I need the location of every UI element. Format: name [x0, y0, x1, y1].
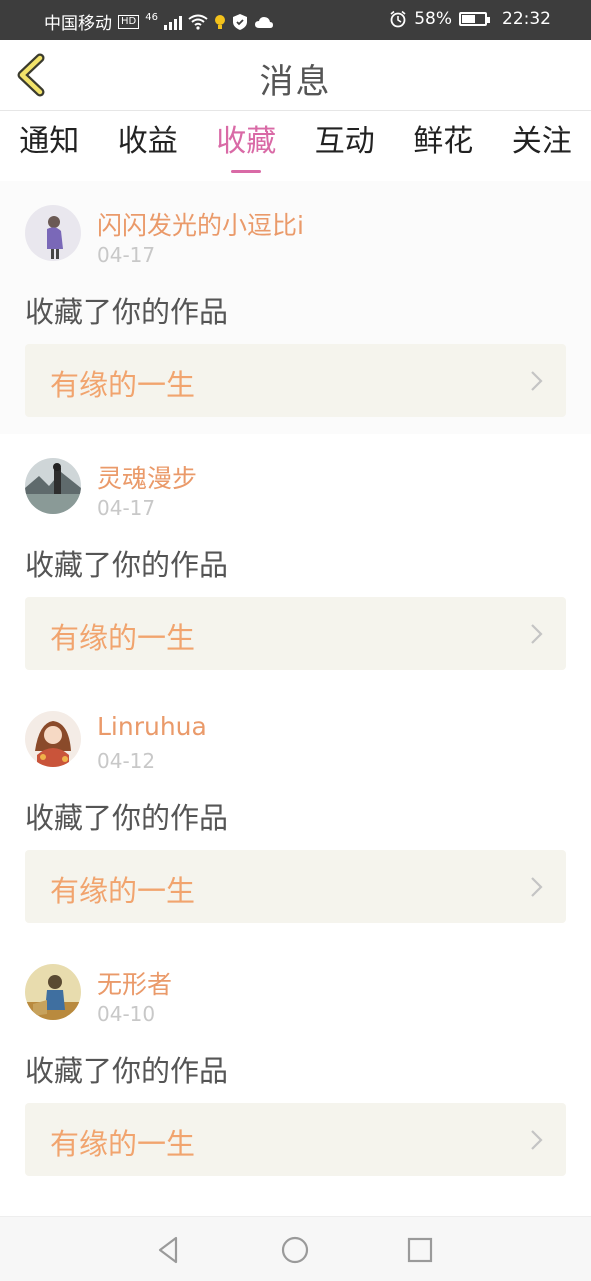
clock: 22:32: [502, 9, 551, 29]
work-link[interactable]: 有缘的一生: [25, 850, 566, 923]
avatar[interactable]: [25, 458, 81, 514]
chevron-right-icon: [530, 370, 544, 392]
username[interactable]: 灵魂漫步: [97, 459, 197, 495]
shield-icon: [232, 13, 248, 31]
action-text: 收藏了你的作品: [25, 289, 228, 331]
back-triangle-icon[interactable]: [152, 1233, 186, 1267]
home-circle-icon[interactable]: [278, 1233, 312, 1267]
list-item: 无形者 04-10 收藏了你的作品 有缘的一生: [0, 940, 591, 1193]
status-right: 58% 22:32: [389, 9, 551, 29]
tab-notifications[interactable]: 通知: [0, 111, 99, 181]
chevron-right-icon: [530, 876, 544, 898]
alarm-icon: [389, 10, 407, 28]
work-title: 有缘的一生: [50, 362, 195, 404]
action-text: 收藏了你的作品: [25, 795, 228, 837]
timestamp: 04-10: [97, 1002, 155, 1026]
work-title: 有缘的一生: [50, 615, 195, 657]
avatar[interactable]: [25, 964, 81, 1020]
list-item: Linruhua 04-12 收藏了你的作品 有缘的一生: [0, 687, 591, 940]
work-link[interactable]: 有缘的一生: [25, 344, 566, 417]
tab-favorites[interactable]: 收藏: [197, 111, 296, 181]
username[interactable]: 无形者: [97, 965, 172, 1001]
network-type: 46: [145, 12, 158, 23]
action-text: 收藏了你的作品: [25, 542, 228, 584]
app-header: 消息: [0, 40, 591, 111]
work-link[interactable]: 有缘的一生: [25, 1103, 566, 1176]
hd-icon: HD: [118, 15, 139, 29]
work-title: 有缘的一生: [50, 1121, 195, 1163]
battery-icon: [459, 12, 487, 26]
status-left: 中国移动 HD 46: [44, 9, 274, 34]
username[interactable]: 闪闪发光的小逗比i: [97, 206, 304, 242]
action-text: 收藏了你的作品: [25, 1048, 228, 1090]
timestamp: 04-17: [97, 243, 155, 267]
timestamp: 04-12: [97, 749, 155, 773]
system-nav-bar: [0, 1216, 591, 1281]
signal-icon: [164, 14, 182, 30]
avatar[interactable]: [25, 711, 81, 767]
notification-list: 闪闪发光的小逗比i 04-17 收藏了你的作品 有缘的一生 灵魂漫步 04-17…: [0, 181, 591, 1193]
recents-square-icon[interactable]: [403, 1233, 437, 1267]
chevron-right-icon: [530, 623, 544, 645]
timestamp: 04-17: [97, 496, 155, 520]
cloud-icon: [254, 15, 274, 29]
tab-interactions[interactable]: 互动: [296, 111, 395, 181]
tab-earnings[interactable]: 收益: [99, 111, 198, 181]
bulb-icon: [214, 14, 226, 30]
tab-flowers[interactable]: 鲜花: [394, 111, 493, 181]
list-item: 灵魂漫步 04-17 收藏了你的作品 有缘的一生: [0, 434, 591, 687]
wifi-icon: [188, 14, 208, 30]
chevron-right-icon: [530, 1129, 544, 1151]
status-bar: 中国移动 HD 46 58% 22:32: [0, 0, 591, 40]
page-title: 消息: [0, 54, 591, 103]
username[interactable]: Linruhua: [97, 712, 207, 741]
battery-percent: 58%: [414, 9, 452, 29]
work-link[interactable]: 有缘的一生: [25, 597, 566, 670]
avatar[interactable]: [25, 205, 81, 261]
work-title: 有缘的一生: [50, 868, 195, 910]
tab-bar: 通知 收益 收藏 互动 鲜花 关注: [0, 111, 591, 182]
list-item: 闪闪发光的小逗比i 04-17 收藏了你的作品 有缘的一生: [0, 181, 591, 434]
tab-follows[interactable]: 关注: [493, 111, 591, 181]
carrier-label: 中国移动: [44, 9, 112, 34]
